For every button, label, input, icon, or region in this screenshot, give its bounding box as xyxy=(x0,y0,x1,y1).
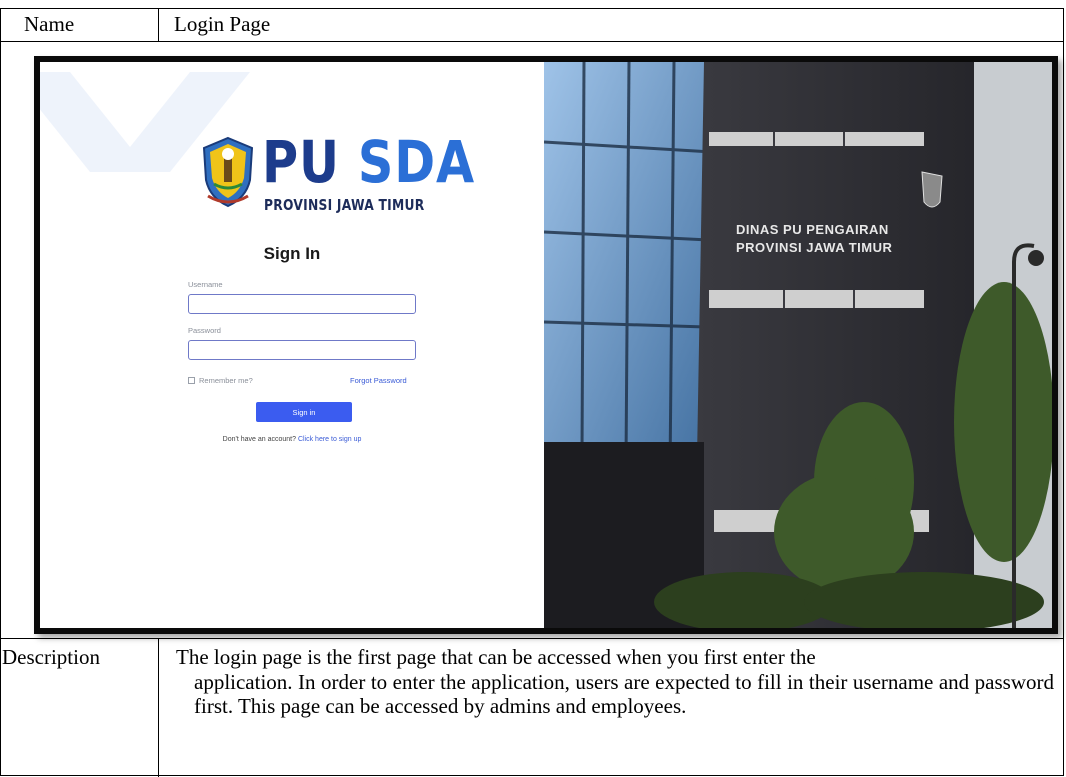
remember-me[interactable]: Remember me? xyxy=(188,376,253,385)
password-input[interactable] xyxy=(188,340,416,360)
signup-link[interactable]: Click here to sign up xyxy=(298,436,361,443)
signin-button[interactable]: Sign in xyxy=(256,402,352,422)
table-divider xyxy=(1,638,1063,639)
description-line: The login page is the first page that ca… xyxy=(176,645,816,669)
description-text: The login page is the first page that ca… xyxy=(176,645,1054,719)
remember-label: Remember me? xyxy=(199,376,253,385)
building-sign-line-1: DINAS PU PENGAIRAN xyxy=(736,222,889,237)
signin-title: Sign In xyxy=(263,244,321,263)
signup-prompt: Don't have an account? Click here to sig… xyxy=(40,436,544,443)
description-label: Description xyxy=(2,645,100,669)
table-column-divider xyxy=(158,9,159,41)
pu-sda-logo: PU SDA PROVINSI JAWA TIMUR xyxy=(200,130,474,214)
name-value: Login Page xyxy=(174,12,271,36)
building-photo: DINAS PU PENGAIRAN PROVINSI JAWA TIMUR xyxy=(544,62,1052,628)
building-illustration xyxy=(544,62,1052,628)
description-line: application. In order to enter the appli… xyxy=(194,669,1054,719)
name-label: Name xyxy=(24,12,75,36)
crest-icon xyxy=(202,136,254,208)
logo-sda: SDA xyxy=(357,128,476,196)
remember-checkbox[interactable] xyxy=(188,377,195,384)
logo-pu: PU xyxy=(262,128,340,196)
username-input[interactable] xyxy=(188,294,416,314)
signup-text: Don't have an account? xyxy=(222,436,296,443)
forgot-password-link[interactable]: Forgot Password xyxy=(350,376,407,385)
logo-subtitle: PROVINSI JAWA TIMUR xyxy=(264,196,425,214)
login-screenshot: PU SDA PROVINSI JAWA TIMUR Sign In Usern… xyxy=(34,56,1058,634)
login-panel: PU SDA PROVINSI JAWA TIMUR Sign In Usern… xyxy=(40,62,544,628)
logo-title: PU SDA xyxy=(262,130,475,194)
username-label: Username xyxy=(188,280,223,289)
building-sign-line-2: PROVINSI JAWA TIMUR xyxy=(736,240,893,255)
password-label: Password xyxy=(188,326,221,335)
table-column-divider xyxy=(158,638,159,777)
table-divider xyxy=(1,41,1063,42)
